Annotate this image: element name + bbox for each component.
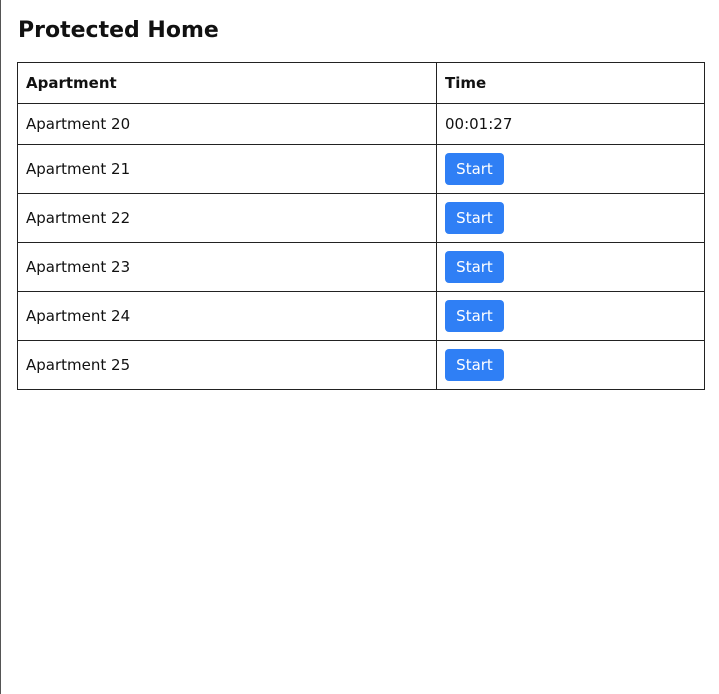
time-cell: Start	[436, 144, 705, 194]
window-left-edge	[0, 0, 1, 694]
table-row: Apartment 21 Start	[17, 144, 705, 194]
page-title: Protected Home	[18, 18, 219, 43]
start-button[interactable]: Start	[445, 349, 504, 381]
time-cell: Start	[436, 242, 705, 292]
apartment-name: Apartment 24	[17, 291, 437, 341]
start-button[interactable]: Start	[445, 202, 504, 234]
start-button[interactable]: Start	[445, 251, 504, 283]
column-header-apartment: Apartment	[17, 62, 437, 104]
start-button[interactable]: Start	[445, 153, 504, 185]
table-row: Apartment 22 Start	[17, 193, 705, 243]
timer-value: 00:01:27	[436, 103, 705, 145]
column-header-time: Time	[436, 62, 705, 104]
apartment-name: Apartment 23	[17, 242, 437, 292]
apartment-name: Apartment 22	[17, 193, 437, 243]
table-row: Apartment 25 Start	[17, 340, 705, 390]
start-button[interactable]: Start	[445, 300, 504, 332]
table-header-row: Apartment Time	[17, 62, 705, 104]
time-cell: Start	[436, 291, 705, 341]
table-row: Apartment 23 Start	[17, 242, 705, 292]
table-row: Apartment 20 00:01:27	[17, 103, 705, 145]
time-cell: Start	[436, 340, 705, 390]
apartments-table: Apartment Time Apartment 20 00:01:27 Apa…	[17, 62, 705, 390]
apartment-name: Apartment 21	[17, 144, 437, 194]
table-row: Apartment 24 Start	[17, 291, 705, 341]
apartment-name: Apartment 25	[17, 340, 437, 390]
apartment-name: Apartment 20	[17, 103, 437, 145]
time-cell: Start	[436, 193, 705, 243]
